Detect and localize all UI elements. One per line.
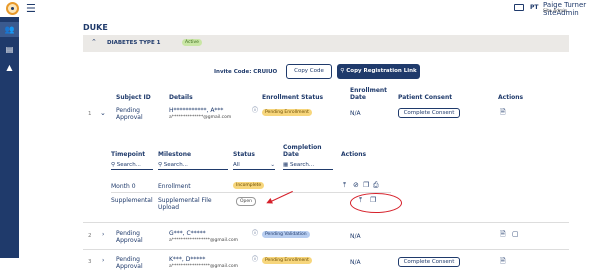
divider	[111, 192, 391, 193]
header-details: Details	[169, 94, 193, 101]
person-icon[interactable]: ▲	[0, 60, 19, 75]
subject-id: Pending Approval	[116, 256, 143, 270]
complete-consent-button[interactable]: Complete Consent	[398, 257, 460, 267]
chevron-down-icon[interactable]: ⌄	[100, 110, 106, 117]
chevron-down-icon: ⌄	[270, 162, 275, 168]
status-filter-value: All	[233, 162, 240, 168]
annotation-circle	[350, 193, 402, 213]
study-accordion[interactable]: ⌃ DIABETES TYPE 1 Active	[83, 35, 569, 52]
status-badge: Active	[182, 39, 202, 46]
invite-code: Invite Code: CRUIUO	[214, 69, 278, 75]
detail-email: a**************@gmail.com	[169, 115, 232, 120]
timepoint: Supplemental	[111, 197, 153, 204]
row-number: 3	[88, 259, 92, 265]
copy-icon[interactable]: ❐	[363, 181, 369, 189]
document-icon[interactable]: 🗎	[500, 230, 506, 238]
info-icon[interactable]: ⓘ	[252, 230, 258, 238]
chevron-up-icon[interactable]: ⌃	[91, 38, 97, 46]
sidebar: 👥 ▤ ▲	[0, 17, 19, 258]
milestone-search-placeholder: Search...	[163, 162, 188, 168]
timepoint: Month 0	[111, 183, 136, 190]
completion-date-search-input[interactable]: ▦ Search...	[283, 161, 333, 170]
header-enrollment-date: Enrollment Date	[350, 87, 388, 101]
copy-registration-link-button[interactable]: ⚲ Copy Registration Link	[337, 64, 420, 79]
top-bar: ☰ PT Paige Turner SiteAdmin Site Admin	[0, 0, 600, 17]
document-icon[interactable]: 🗎	[500, 257, 506, 265]
detail-name: G***, C*****	[169, 230, 206, 237]
copy-code-button[interactable]: Copy Code	[286, 64, 332, 79]
enrollment-date: N/A	[350, 259, 361, 266]
header-enrollment-status: Enrollment Status	[262, 94, 324, 101]
calendar-icon: ▦	[283, 162, 290, 168]
enrollment-status-badge: Pending Enrollment	[262, 257, 312, 264]
main-content: DUKE ⌃ DIABETES TYPE 1 Active Invite Cod…	[19, 17, 600, 270]
status-filter-select[interactable]: All ⌄	[233, 161, 275, 170]
header-subject-id: Subject ID	[116, 94, 151, 101]
copy-link-label: Copy Registration Link	[346, 68, 417, 74]
user-initials[interactable]: PT	[530, 4, 539, 11]
enrollment-date: N/A	[350, 233, 361, 240]
milestone: Enrollment	[158, 183, 191, 190]
row-number: 1	[88, 111, 92, 117]
milestone-status-badge: Open	[236, 197, 257, 206]
detail-email: a*****************@gmail.com	[169, 238, 239, 243]
subject-id: Pending Approval	[116, 107, 143, 121]
milestone-search-input[interactable]: ⚲ Search...	[158, 161, 228, 170]
complete-consent-button[interactable]: Complete Consent	[398, 108, 460, 118]
sub-header-completion-date: Completion Date	[283, 144, 322, 158]
header-actions: Actions	[498, 94, 524, 101]
user-role: Site Admin	[543, 9, 568, 14]
timepoint-search-placeholder: Search...	[116, 162, 141, 168]
header-patient-consent: Patient Consent	[398, 94, 453, 101]
milestone: Supplemental File Upload	[158, 197, 212, 211]
menu-icon[interactable]: ☰	[26, 3, 36, 14]
detail-name: H***********, A***	[169, 107, 224, 114]
check-circle-icon[interactable]: ⊘	[353, 181, 359, 189]
row-number: 2	[88, 233, 92, 239]
divider	[83, 222, 569, 223]
divider	[83, 249, 569, 250]
detail-name: K***, D*****	[169, 256, 206, 263]
sub-header-status: Status	[233, 151, 255, 158]
milestone-status-badge: Incomplete	[233, 182, 265, 189]
upload-icon[interactable]: ⤒	[343, 181, 346, 189]
info-icon[interactable]: ⓘ	[252, 107, 258, 115]
users-icon[interactable]: 👥	[0, 22, 19, 37]
document-icon[interactable]: 🗎	[500, 108, 506, 116]
timepoint-search-input[interactable]: ⚲ Search...	[111, 161, 153, 170]
chevron-right-icon[interactable]: ›	[102, 231, 104, 238]
print-icon[interactable]: ⎙	[373, 181, 379, 189]
subject-id: Pending Approval	[116, 230, 143, 244]
chevron-right-icon[interactable]: ›	[102, 257, 104, 264]
sub-header-milestone: Milestone	[158, 151, 192, 158]
completion-date-search-placeholder: Search...	[289, 162, 315, 168]
site-title: DUKE	[83, 23, 108, 32]
enrollment-status-badge: Pending Validation	[262, 231, 310, 238]
document-icon[interactable]: ▤	[0, 42, 19, 57]
mail-icon[interactable]	[514, 4, 524, 11]
study-title: DIABETES TYPE 1	[107, 40, 161, 46]
sub-header-timepoint: Timepoint	[111, 151, 146, 158]
enrollment-status-badge: Pending Enrollment	[262, 109, 312, 116]
clipboard-icon[interactable]: ▢	[512, 230, 519, 238]
detail-email: a*****************@gmail.com	[169, 264, 239, 269]
app-logo[interactable]	[6, 2, 19, 15]
info-icon[interactable]: ⓘ	[252, 256, 258, 264]
sub-header-actions: Actions	[341, 151, 367, 158]
enrollment-date: N/A	[350, 110, 361, 117]
